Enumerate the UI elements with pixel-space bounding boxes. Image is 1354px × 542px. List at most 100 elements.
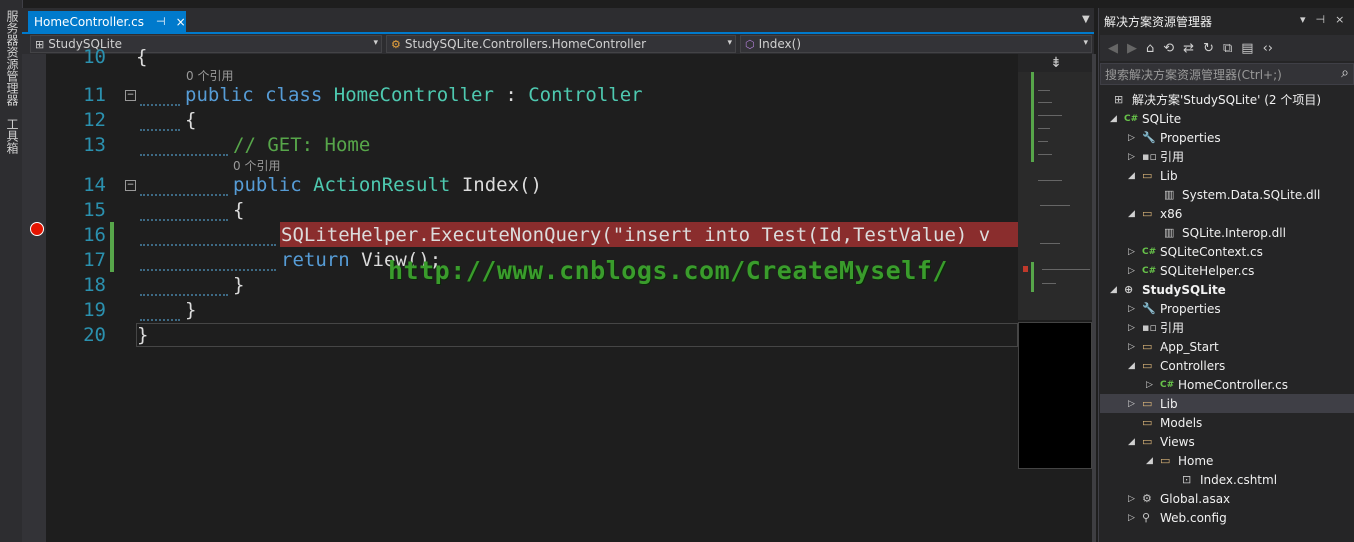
tree-item[interactable]: ▥ SQLite.Interop.dll — [1164, 223, 1286, 242]
tab-homecontroller[interactable]: HomeController.cs ⊣ × — [28, 11, 186, 32]
collapsed-arrow-icon[interactable]: ▷ — [1128, 304, 1142, 314]
tree-item[interactable]: ◢ ▭ Controllers — [1128, 356, 1225, 375]
minimap-line — [1040, 205, 1070, 206]
tree-item[interactable]: ▷ ▪▫ 引用 — [1128, 318, 1184, 337]
tree-label: Web.config — [1160, 510, 1227, 525]
pin-icon[interactable]: ⊣ — [156, 15, 166, 28]
tree-item[interactable]: ▷ C# SQLiteHelper.cs — [1128, 261, 1254, 280]
expanded-arrow-icon[interactable]: ◢ — [1146, 456, 1160, 466]
server-explorer-tab[interactable]: 服务器资源管理器 — [4, 10, 19, 106]
type-name: Controller — [528, 84, 643, 106]
search-icon[interactable]: ⌕ — [1341, 65, 1349, 81]
code-line: } — [137, 324, 149, 346]
expanded-arrow-icon[interactable]: ◢ — [1128, 209, 1142, 219]
breakpoint-margin[interactable] — [22, 54, 46, 542]
type-name: HomeController — [333, 84, 494, 106]
keyword: public — [233, 174, 302, 196]
collapse-all-icon[interactable]: ⧉ — [1223, 41, 1232, 56]
indent-guide — [140, 244, 276, 247]
solution-search-input[interactable]: 搜索解决方案资源管理器(Ctrl+;) ⌕ — [1100, 63, 1354, 85]
tree-item[interactable]: ▷ C# SQLiteContext.cs — [1128, 242, 1263, 261]
tree-label: Properties — [1160, 130, 1221, 145]
search-placeholder: 搜索解决方案资源管理器(Ctrl+;) — [1105, 67, 1282, 82]
collapsed-arrow-icon[interactable]: ▷ — [1128, 247, 1142, 257]
tree-item[interactable]: ▷ ▭ App_Start — [1128, 337, 1219, 356]
tree-item[interactable]: ▷ C# HomeController.cs — [1146, 375, 1288, 394]
collapsed-arrow-icon[interactable]: ▷ — [1128, 133, 1142, 143]
line-number: 15 — [83, 199, 106, 221]
tree-label: SQLite — [1142, 111, 1182, 126]
dll-icon: ▥ — [1164, 188, 1175, 201]
vertical-scrollbar[interactable] — [1092, 54, 1096, 542]
tree-label: Lib — [1160, 168, 1178, 183]
tree-item-selected[interactable]: ▷ ▭ Lib — [1128, 394, 1178, 413]
expanded-arrow-icon[interactable]: ◢ — [1128, 437, 1142, 447]
tree-item[interactable]: ⊡ Index.cshtml — [1182, 470, 1277, 489]
collapsed-arrow-icon[interactable]: ▷ — [1128, 152, 1142, 162]
refresh-icon[interactable]: ↻ — [1203, 41, 1214, 56]
minimap-change-marker — [1031, 72, 1034, 162]
tree-item[interactable]: ▭ Models — [1142, 413, 1202, 432]
tree-label: x86 — [1160, 206, 1183, 221]
collapsed-arrow-icon[interactable]: ▷ — [1128, 266, 1142, 276]
collapsed-arrow-icon[interactable]: ▷ — [1128, 513, 1142, 523]
indent-guide — [140, 129, 180, 132]
codelens-references[interactable]: 0 个引用 — [233, 157, 280, 174]
tree-item-solution[interactable]: ⊞ 解决方案'StudySQLite' (2 个项目) — [1114, 90, 1321, 109]
tree-item[interactable]: ▷ ⚙ Global.asax — [1128, 489, 1230, 508]
back-icon[interactable]: ◀ — [1108, 41, 1118, 56]
member-dropdown[interactable]: ⬡ Index() ▾ — [740, 35, 1092, 53]
tree-item-startup-project[interactable]: ◢ ⊕ StudySQLite — [1110, 280, 1226, 299]
code-line: public class HomeController : Controller — [185, 84, 643, 106]
chevron-down-icon: ▾ — [727, 38, 732, 48]
collapsed-arrow-icon[interactable]: ▷ — [1128, 399, 1142, 409]
panel-window-controls[interactable]: ▾⊣× — [1300, 13, 1354, 26]
fold-collapse-icon[interactable]: − — [125, 90, 136, 101]
expanded-arrow-icon[interactable]: ◢ — [1128, 361, 1142, 371]
project-icon: ⊞ — [35, 37, 45, 51]
tree-item[interactable]: ◢ ▭ Home — [1146, 451, 1213, 470]
tree-item[interactable]: ▥ System.Data.SQLite.dll — [1164, 185, 1320, 204]
tree-item[interactable]: ◢ ▭ x86 — [1128, 204, 1182, 223]
collapsed-arrow-icon[interactable]: ▷ — [1128, 342, 1142, 352]
fold-collapse-icon[interactable]: − — [125, 180, 136, 191]
expanded-arrow-icon[interactable]: ◢ — [1110, 285, 1124, 295]
close-icon[interactable]: × — [176, 15, 186, 29]
class-icon: ⚙ — [391, 37, 401, 51]
tree-item[interactable]: ▷ 🔧 Properties — [1128, 128, 1221, 147]
collapsed-arrow-icon[interactable]: ▷ — [1128, 494, 1142, 504]
tree-item[interactable]: ▷ 🔧 Properties — [1128, 299, 1221, 318]
class-dropdown[interactable]: ⚙ StudySQLite.Controllers.HomeController… — [386, 35, 736, 53]
properties-icon[interactable]: ‹› — [1263, 41, 1273, 56]
tree-item[interactable]: ▷ ▪▫ 引用 — [1128, 147, 1184, 166]
forward-icon[interactable]: ▶ — [1127, 41, 1137, 56]
expanded-arrow-icon[interactable]: ◢ — [1110, 114, 1124, 124]
collapsed-arrow-icon[interactable]: ▷ — [1146, 380, 1160, 390]
breakpoint-icon[interactable] — [30, 222, 44, 236]
tree-item-project[interactable]: ◢ C# SQLite — [1110, 109, 1181, 128]
wrench-icon: 🔧 — [1142, 302, 1156, 315]
indent-guide — [140, 294, 228, 297]
toolbox-tab[interactable]: 工具箱 — [4, 118, 19, 154]
wrench-icon: 🔧 — [1142, 131, 1156, 144]
tree-item[interactable]: ◢ ▭ Views — [1128, 432, 1195, 451]
collapsed-arrow-icon[interactable]: ▷ — [1128, 323, 1142, 333]
gear-icon: ⚙ — [1142, 492, 1152, 505]
expanded-arrow-icon[interactable]: ◢ — [1128, 171, 1142, 181]
minimap-line — [1038, 115, 1062, 116]
references-icon: ▪▫ — [1142, 150, 1157, 163]
code-line: { — [136, 46, 148, 68]
minimap-line — [1040, 243, 1060, 244]
home-icon[interactable]: ⌂ — [1146, 41, 1154, 56]
sync-icon[interactable]: ⇄ — [1183, 41, 1194, 56]
indent-guide — [140, 154, 228, 157]
codelens-references[interactable]: 0 个引用 — [186, 67, 233, 84]
split-window-icon[interactable]: ⇟ — [1018, 54, 1094, 72]
tab-overflow-icon[interactable]: ▼ — [1082, 14, 1090, 25]
minimap-overview[interactable] — [1018, 322, 1092, 469]
tree-item[interactable]: ▷ ⚲ Web.config — [1128, 508, 1227, 527]
code-line: { — [185, 109, 197, 131]
tree-item[interactable]: ◢ ▭ Lib — [1128, 166, 1178, 185]
show-all-files-icon[interactable]: ▤ — [1241, 41, 1253, 56]
history-icon[interactable]: ⟲ — [1163, 41, 1174, 56]
